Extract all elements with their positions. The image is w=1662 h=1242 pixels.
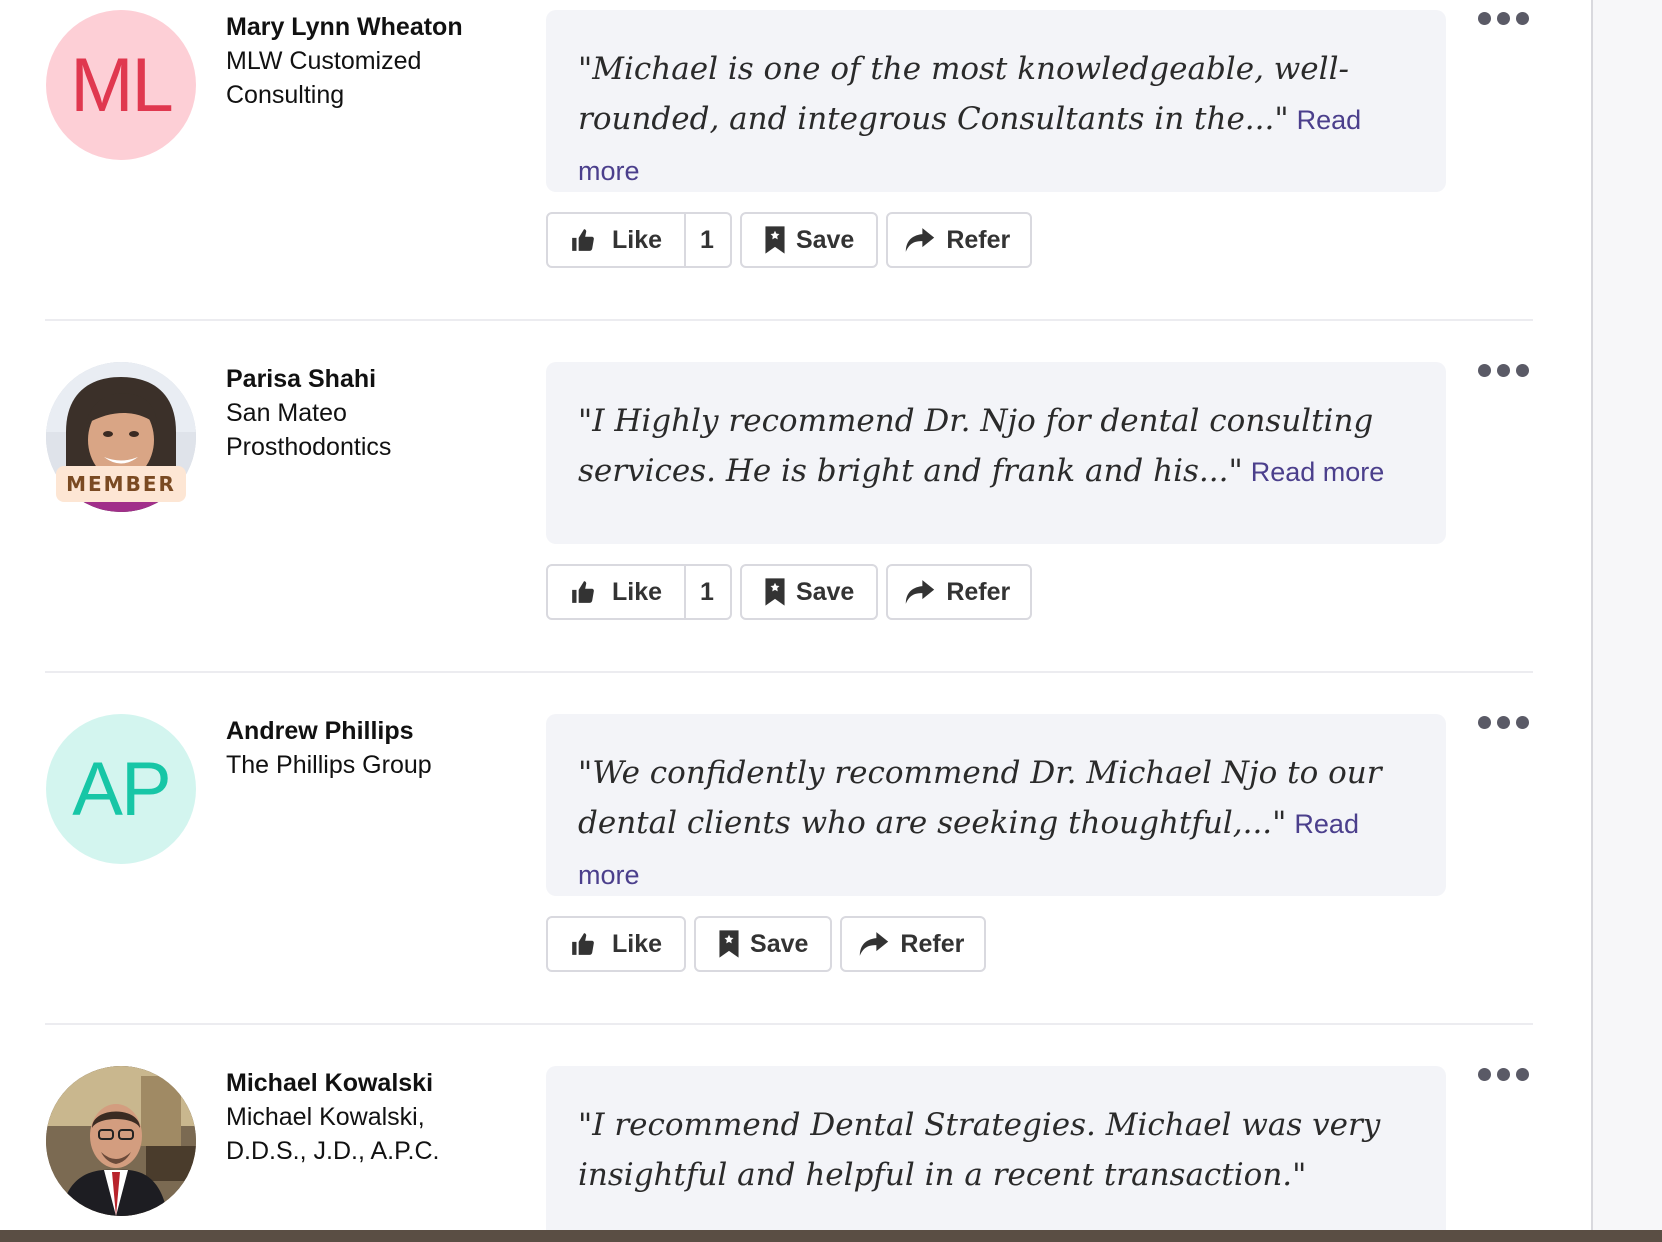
recommendation-quote-box: "Michael is one of the most knowledgeabl… <box>546 10 1446 192</box>
save-label: Save <box>795 225 855 254</box>
refer-button[interactable]: Refer <box>886 212 1033 268</box>
avatar-initials[interactable]: ML <box>46 10 196 160</box>
recommender-info: Michael Kowalski Michael Kowalski, D.D.S… <box>226 1066 516 1168</box>
recommender-company-line: Consulting <box>226 81 345 109</box>
recommendation-quote: "I recommend Dental Strategies. Michael … <box>578 1100 1416 1200</box>
like-count[interactable]: 1 <box>686 564 732 620</box>
save-label: Save <box>750 929 809 958</box>
recommender-company-line: MLW Customized <box>226 47 422 75</box>
recommender-company-line: Michael Kowalski, <box>226 1103 425 1131</box>
quote-text: "I recommend Dental Strategies. Michael … <box>578 1107 1381 1193</box>
recommender-info: Mary Lynn Wheaton MLW Customized Consult… <box>226 10 516 112</box>
recommendation-quote-box: "I recommend Dental Strategies. Michael … <box>546 1066 1446 1242</box>
action-buttons: Like Save Refer <box>546 916 987 974</box>
refer-label: Refer <box>946 577 1011 606</box>
like-label: Like <box>612 929 663 958</box>
like-button[interactable]: Like <box>546 916 687 972</box>
share-arrow-icon <box>904 227 936 253</box>
card-divider <box>45 1023 1533 1025</box>
share-arrow-icon <box>904 579 936 605</box>
recommendation-card: AP Andrew Phillips The Phillips Group "W… <box>0 704 1540 1025</box>
save-button[interactable]: Save <box>739 212 879 268</box>
recommender-info: Parisa Shahi San Mateo Prosthodontics <box>226 362 516 464</box>
save-label: Save <box>795 577 855 606</box>
card-divider <box>45 319 1533 321</box>
thumbs-up-icon <box>570 579 596 605</box>
avatar-initials[interactable]: AP <box>46 714 196 864</box>
more-options-button[interactable] <box>1478 1068 1532 1084</box>
ellipsis-icon <box>1478 364 1491 377</box>
recommender-company-line: The Phillips Group <box>226 751 432 779</box>
avatar-initials-text: ML <box>70 42 174 128</box>
recommendation-quote-box: "I Highly recommend Dr. Njo for dental c… <box>546 362 1446 544</box>
more-options-button[interactable] <box>1478 716 1532 732</box>
bottom-edge-bar <box>0 1230 1662 1242</box>
action-buttons: Like 1 Save Refer <box>546 564 1033 622</box>
recommendation-card: Michael Kowalski Michael Kowalski, D.D.S… <box>0 1056 1540 1242</box>
quote-text: "We confidently recommend Dr. Michael Nj… <box>578 755 1382 841</box>
avatar-initials-text: AP <box>72 746 171 832</box>
recommendation-quote: "We confidently recommend Dr. Michael Nj… <box>578 748 1416 900</box>
refer-button[interactable]: Refer <box>840 916 987 972</box>
recommender-company-line: Prosthodontics <box>226 433 392 461</box>
bookmark-icon <box>718 929 740 959</box>
like-label: Like <box>612 225 663 254</box>
card-divider <box>45 671 1533 673</box>
ellipsis-dot <box>1497 716 1510 729</box>
ellipsis-dot <box>1497 12 1510 25</box>
recommender-info: Andrew Phillips The Phillips Group <box>226 714 516 782</box>
ellipsis-icon <box>1478 1068 1491 1081</box>
ellipsis-dot <box>1516 364 1529 377</box>
man-portrait-icon <box>46 1066 196 1216</box>
recommendation-card: ML Mary Lynn Wheaton MLW Customized Cons… <box>0 0 1540 321</box>
right-scroll-gutter <box>1591 0 1662 1242</box>
thumbs-up-icon <box>570 931 596 957</box>
recommender-company-line: San Mateo <box>226 399 347 427</box>
recommendation-card: MEMBER Parisa Shahi San Mateo Prosthodon… <box>0 352 1540 673</box>
like-button[interactable]: Like <box>546 564 687 620</box>
recommendation-quote: "I Highly recommend Dr. Njo for dental c… <box>578 396 1416 497</box>
quote-text: "Michael is one of the most knowledgeabl… <box>578 51 1349 137</box>
ellipsis-dot <box>1516 12 1529 25</box>
bookmark-icon <box>764 577 786 607</box>
bookmark-icon <box>764 225 786 255</box>
ellipsis-dot <box>1497 1068 1510 1081</box>
avatar-photo[interactable] <box>46 1066 196 1216</box>
like-button-group: Like 1 <box>546 212 732 270</box>
refer-button[interactable]: Refer <box>886 564 1033 620</box>
recommender-company-line: D.D.S., J.D., A.P.C. <box>226 1137 440 1165</box>
like-button-group: Like 1 <box>546 564 732 622</box>
thumbs-up-icon <box>570 227 596 253</box>
ellipsis-dot <box>1516 1068 1529 1081</box>
more-options-button[interactable] <box>1478 364 1532 380</box>
save-button[interactable]: Save <box>739 564 879 620</box>
refer-label: Refer <box>946 225 1011 254</box>
like-label: Like <box>612 577 663 606</box>
recommendation-quote: "Michael is one of the most knowledgeabl… <box>578 44 1416 196</box>
more-options-button[interactable] <box>1478 12 1532 28</box>
save-button[interactable]: Save <box>694 916 833 972</box>
ellipsis-icon <box>1478 716 1491 729</box>
recommender-name[interactable]: Mary Lynn Wheaton <box>226 10 516 44</box>
refer-label: Refer <box>900 929 965 958</box>
recommender-name[interactable]: Parisa Shahi <box>226 362 516 396</box>
ellipsis-icon <box>1478 12 1491 25</box>
member-badge: MEMBER <box>56 466 186 502</box>
action-buttons: Like 1 Save Refer <box>546 212 1033 270</box>
recommender-name[interactable]: Andrew Phillips <box>226 714 516 748</box>
ellipsis-dot <box>1516 716 1529 729</box>
like-count[interactable]: 1 <box>686 212 732 268</box>
ellipsis-dot <box>1497 364 1510 377</box>
like-button[interactable]: Like <box>546 212 687 268</box>
read-more-link[interactable]: Read more <box>1251 457 1385 487</box>
recommender-name[interactable]: Michael Kowalski <box>226 1066 516 1100</box>
recommendations-page: ML Mary Lynn Wheaton MLW Customized Cons… <box>0 0 1662 1242</box>
recommendation-quote-box: "We confidently recommend Dr. Michael Nj… <box>546 714 1446 896</box>
share-arrow-icon <box>858 931 890 957</box>
